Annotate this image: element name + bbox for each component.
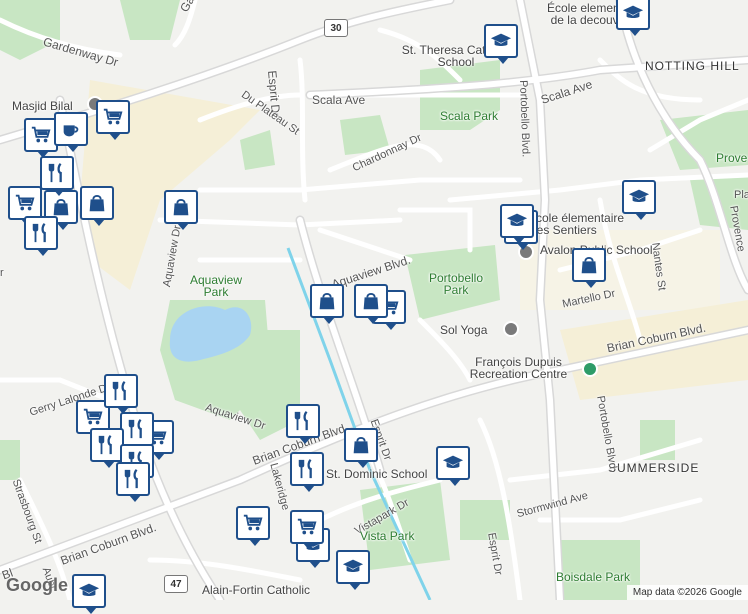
school-icon <box>78 580 100 602</box>
school-marker[interactable] <box>616 0 650 36</box>
street-label: Portobello Blvd. <box>517 79 532 158</box>
cafe-marker[interactable] <box>54 112 88 152</box>
park-label-aquaview: Aquaview Park <box>189 273 243 299</box>
poi-label-ecole-sentiers[interactable]: École élementaire Des Sentiers <box>528 212 648 236</box>
shopping-cart-marker[interactable] <box>290 510 324 550</box>
restaurant-icon <box>292 410 314 432</box>
park-label-vista: Vista Park <box>360 529 415 543</box>
restaurant-marker[interactable] <box>116 462 150 502</box>
school-icon <box>342 556 364 578</box>
school-marker[interactable] <box>622 180 656 220</box>
restaurant-marker[interactable] <box>104 374 138 414</box>
restaurant-icon <box>46 162 68 184</box>
shopping-bag-marker[interactable] <box>310 284 344 324</box>
street-label: r <box>0 267 4 279</box>
shopping-bag-icon <box>86 192 108 214</box>
google-logo: Google <box>6 575 68 595</box>
shopping-cart-marker[interactable] <box>236 506 270 546</box>
poi-label-francois-dupuis[interactable]: François Dupuis Recreation Centre <box>456 356 581 380</box>
shopping-bag-icon <box>316 290 338 312</box>
shopping-bag-icon <box>578 254 600 276</box>
park-label-provence: Prove <box>716 151 748 165</box>
school-icon <box>490 30 512 52</box>
shopping-cart-marker[interactable] <box>8 186 42 226</box>
shopping-bag-marker[interactable] <box>572 248 606 288</box>
recreation-dot-icon[interactable] <box>582 361 598 377</box>
school-marker[interactable] <box>484 24 518 64</box>
poi-label-alain-fortin[interactable]: Alain-Fortin Catholic <box>202 584 310 596</box>
shopping-cart-icon <box>296 516 318 538</box>
school-marker[interactable] <box>72 574 106 614</box>
cafe-icon <box>60 118 82 140</box>
area-label-summerside: SUMMERSIDE <box>608 461 700 475</box>
school-marker[interactable] <box>436 446 470 486</box>
school-icon <box>628 186 650 208</box>
poi-label-sol-yoga[interactable]: Sol Yoga <box>440 324 487 336</box>
shopping-cart-icon <box>102 106 124 128</box>
school-marker[interactable] <box>500 204 534 244</box>
yoga-dot-icon[interactable] <box>503 321 519 337</box>
highway-30-shield: 30 <box>324 19 348 37</box>
restaurant-icon <box>126 418 148 440</box>
street-label: Scala Ave <box>312 93 366 107</box>
restaurant-marker[interactable] <box>290 452 324 492</box>
shopping-cart-icon <box>14 192 36 214</box>
restaurant-marker[interactable] <box>40 156 74 196</box>
shopping-bag-marker[interactable] <box>80 186 114 226</box>
shopping-bag-marker[interactable] <box>354 284 388 324</box>
school-icon <box>442 452 464 474</box>
restaurant-marker[interactable] <box>24 216 58 256</box>
highway-47-shield: 47 <box>164 575 188 593</box>
shopping-bag-icon <box>360 290 382 312</box>
shopping-bag-icon <box>350 434 372 456</box>
restaurant-icon <box>296 458 318 480</box>
restaurant-marker[interactable] <box>286 404 320 444</box>
restaurant-icon <box>122 468 144 490</box>
area-label-notting-hill: NOTTING HILL <box>645 59 740 73</box>
shopping-cart-icon <box>242 512 264 534</box>
restaurant-marker[interactable] <box>120 412 154 452</box>
map-attribution[interactable]: Map data ©2026 Google <box>626 585 748 600</box>
shopping-bag-icon <box>170 196 192 218</box>
shopping-cart-icon <box>82 406 104 428</box>
park-label-portobello: Portobello Park <box>428 271 484 297</box>
school-icon <box>506 210 528 232</box>
restaurant-marker[interactable] <box>90 428 124 468</box>
school-marker[interactable] <box>336 550 370 590</box>
shopping-cart-icon <box>30 124 52 146</box>
shopping-bag-marker[interactable] <box>344 428 378 468</box>
street-label: Pla <box>734 189 748 201</box>
shopping-cart-marker[interactable] <box>96 100 130 140</box>
restaurant-icon <box>30 222 52 244</box>
shopping-bag-marker[interactable] <box>164 190 198 230</box>
park-label-scala: Scala Park <box>440 109 499 123</box>
park-label-boisdale: Boisdale Park <box>556 570 631 584</box>
school-icon <box>622 2 644 24</box>
poi-label-masjid-bilal[interactable]: Masjid Bilal <box>12 100 73 112</box>
restaurant-icon <box>96 434 118 456</box>
shopping-cart-marker[interactable] <box>24 118 58 158</box>
poi-label-st-dominic[interactable]: St. Dominic School <box>326 468 427 480</box>
shopping-bag-icon <box>50 196 72 218</box>
restaurant-icon <box>110 380 132 402</box>
